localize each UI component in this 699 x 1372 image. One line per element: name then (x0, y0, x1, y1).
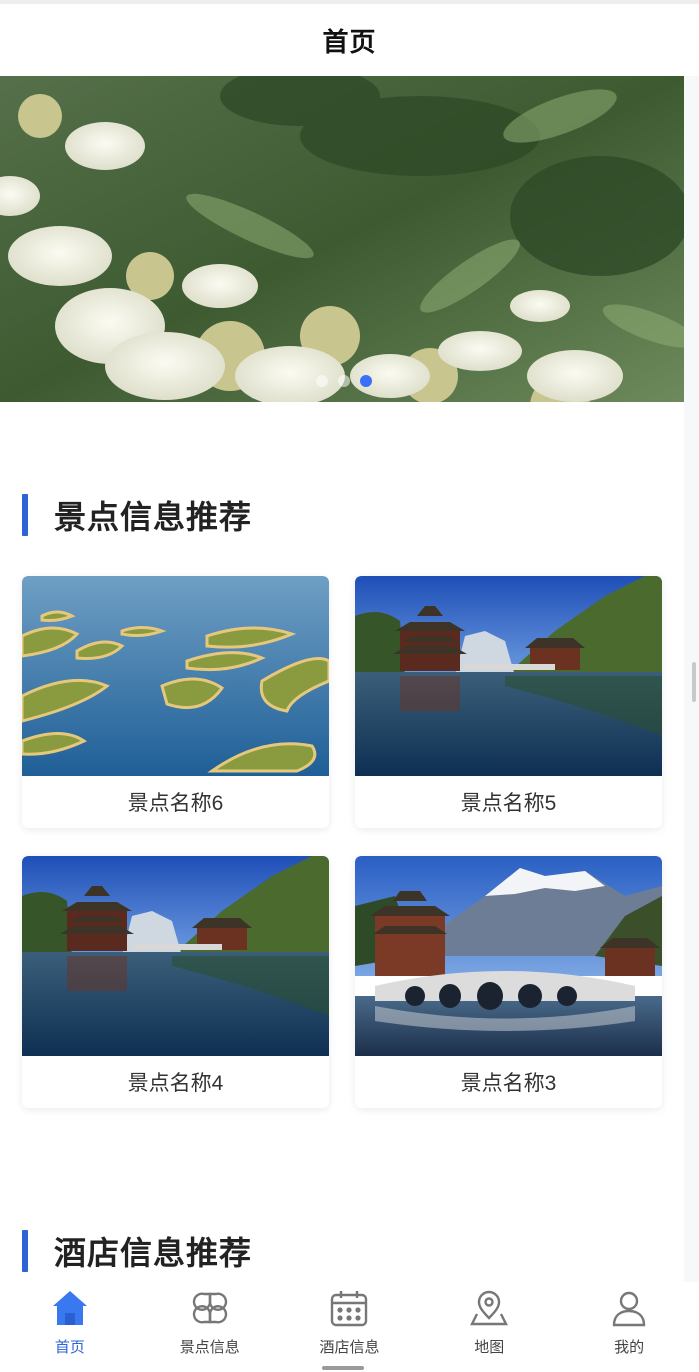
tab-map[interactable]: 地图 (419, 1282, 559, 1372)
carousel-dot-active[interactable] (360, 375, 372, 387)
attraction-photo (355, 576, 662, 776)
tab-label: 我的 (614, 1339, 645, 1356)
attraction-card[interactable]: 景点名称3 (355, 856, 662, 1108)
home-indicator (322, 1366, 364, 1370)
section-title-text: 景点信息推荐 (54, 499, 253, 535)
tab-label: 地图 (474, 1339, 505, 1356)
tab-label: 首页 (54, 1339, 85, 1356)
tab-label: 景点信息 (179, 1339, 240, 1356)
section-title-attractions: 景点信息推荐 (22, 492, 252, 538)
section-accent-bar (22, 1230, 28, 1272)
attraction-card[interactable]: 景点名称4 (22, 856, 329, 1108)
attraction-name: 景点名称5 (460, 792, 557, 815)
grid-icon (188, 1286, 232, 1330)
tab-attractions[interactable]: 景点信息 (140, 1282, 280, 1372)
map-pin-icon (467, 1286, 511, 1330)
tab-label: 酒店信息 (319, 1339, 380, 1356)
section-accent-bar (22, 494, 28, 536)
carousel-dot[interactable] (316, 375, 328, 387)
banner-carousel[interactable] (0, 76, 684, 402)
attraction-name: 景点名称6 (127, 792, 224, 815)
attraction-card[interactable]: 景点名称6 (22, 576, 329, 828)
tab-home[interactable]: 首页 (0, 1282, 140, 1372)
attraction-card[interactable]: 景点名称5 (355, 576, 662, 828)
attraction-photo (22, 576, 329, 776)
page-title: 首页 (322, 26, 377, 57)
user-icon (607, 1286, 651, 1330)
home-icon (48, 1286, 92, 1330)
banner-image-flowers (0, 76, 684, 402)
attraction-photo (22, 856, 329, 1056)
scroll-track (684, 76, 699, 1336)
calendar-icon (327, 1286, 371, 1330)
nav-bar: 首页 (0, 0, 699, 76)
attraction-name: 景点名称3 (460, 1072, 557, 1095)
attraction-photo (355, 856, 662, 1056)
carousel-indicators (0, 375, 684, 387)
section-title-text: 酒店信息推荐 (54, 1235, 253, 1271)
section-title-hotels: 酒店信息推荐 (22, 1228, 252, 1274)
bottom-tab-bar: 首页 景点信息 酒店信息 地图 我的 (0, 1282, 699, 1372)
carousel-dot[interactable] (338, 375, 350, 387)
attraction-name: 景点名称4 (127, 1072, 224, 1095)
tab-profile[interactable]: 我的 (559, 1282, 699, 1372)
scrollbar-thumb[interactable] (692, 662, 696, 702)
tab-hotels[interactable]: 酒店信息 (280, 1282, 420, 1372)
